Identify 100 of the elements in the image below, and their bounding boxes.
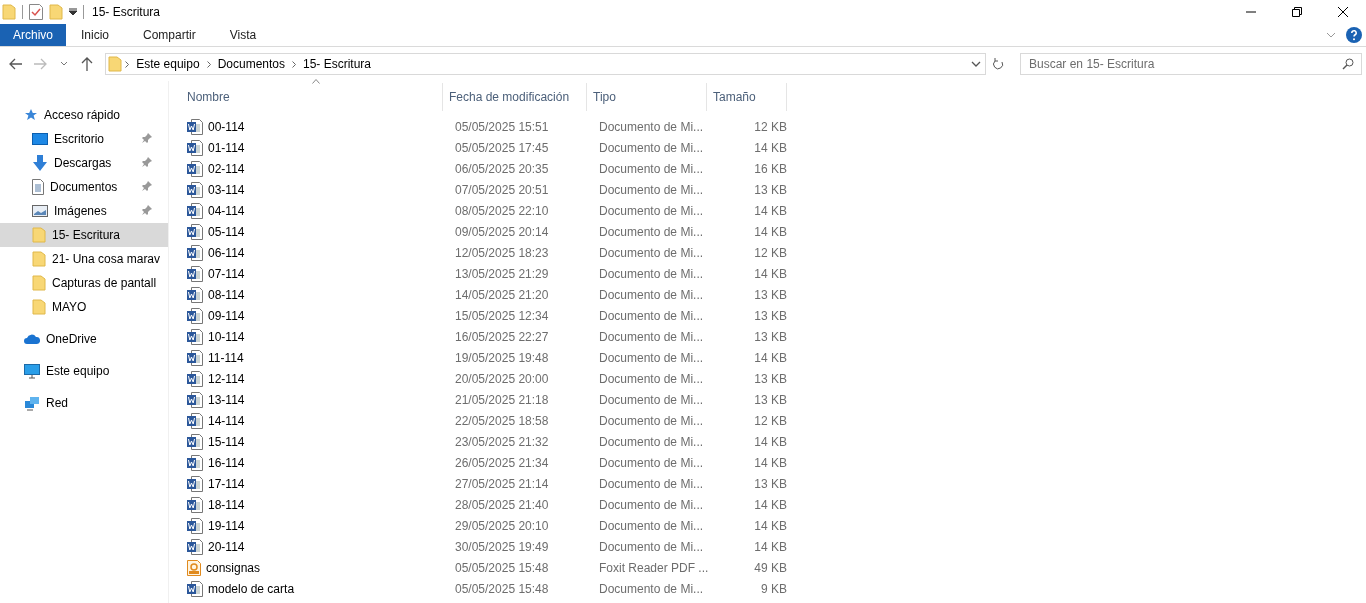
file-name[interactable]: 10-114 (181, 328, 449, 345)
size-cell-text: 49 KB (753, 560, 788, 575)
restore-icon[interactable] (1292, 7, 1302, 17)
word-document-icon (187, 370, 203, 387)
ribbon-tab[interactable]: Inicio (68, 24, 123, 46)
size-cell-text: 14 KB (753, 350, 788, 365)
file-name[interactable]: 07-114 (181, 265, 449, 282)
ribbon-tab[interactable]: Vista (216, 24, 270, 46)
date-cell-text: 05/05/2025 15:48 (454, 560, 550, 575)
file-name[interactable]: consignas (181, 559, 449, 576)
breadcrumb-link[interactable]: Este equipo (132, 57, 204, 71)
date-cell-text: 28/05/2025 21:40 (454, 497, 550, 512)
file-name[interactable]: 14-114 (181, 412, 449, 429)
file-name[interactable]: 18-114 (181, 496, 449, 513)
pin-icon[interactable] (142, 133, 152, 143)
file-name[interactable]: 13-114 (181, 391, 449, 408)
properties-icon[interactable] (29, 4, 43, 20)
type-cell-text: Documento de Mi... (598, 203, 705, 218)
sidebar-item[interactable]: Documentos (0, 175, 168, 199)
search-field[interactable]: Buscar en 15- Escritura (1020, 53, 1362, 75)
expand-chevron-icon[interactable] (1326, 32, 1336, 38)
sidebar-item[interactable]: Red (0, 391, 168, 415)
file-name[interactable]: 11-114 (181, 349, 449, 366)
sidebar-item[interactable]: Acceso rápido (0, 103, 168, 127)
dropdown-caret-icon[interactable] (69, 8, 77, 16)
file-name[interactable]: 12-114 (181, 370, 449, 387)
file-name[interactable]: 00-114 (181, 118, 449, 135)
breadcrumb-link[interactable]: Documentos (213, 57, 289, 71)
sidebar-item[interactable]: 21- Una cosa marav (0, 247, 168, 271)
word-document-icon (187, 286, 203, 303)
date-cell-text: 09/05/2025 20:14 (454, 224, 550, 239)
sidebar-item[interactable]: Capturas de pantall (0, 271, 168, 295)
pin-icon[interactable] (142, 181, 152, 191)
size-cell-text: 14 KB (753, 455, 788, 470)
column-header[interactable]: Fecha de modificación (443, 83, 587, 111)
file-name[interactable]: 02-114 (181, 160, 449, 177)
column-header[interactable]: Nombre (181, 83, 443, 111)
search-icon[interactable] (1342, 58, 1354, 70)
date-cell-text: 30/05/2025 19:49 (454, 539, 550, 554)
up-arrow-icon[interactable] (81, 57, 94, 71)
folder-icon (32, 227, 46, 243)
sidebar-item[interactable]: OneDrive (0, 327, 168, 351)
new-folder-icon (49, 4, 63, 20)
file-name[interactable]: modelo de carta (181, 580, 449, 597)
sidebar-item[interactable]: MAYO (0, 295, 168, 319)
sidebar-item[interactable]: 15- Escritura (0, 223, 168, 247)
file-name[interactable]: 05-114 (181, 223, 449, 240)
download-arrow-icon (32, 155, 48, 171)
type-cell-text: Documento de Mi... (598, 392, 705, 407)
close-icon[interactable] (1338, 7, 1348, 17)
type-cell-text: Documento de Mi... (598, 539, 705, 554)
column-header[interactable]: Tipo (587, 83, 707, 111)
file-name[interactable]: 08-114 (181, 286, 449, 303)
address-bar[interactable]: Este equipo Documentos 15- Escritura (105, 53, 987, 75)
type-cell-text: Documento de Mi... (598, 308, 705, 323)
type-cell-text: Documento de Mi... (598, 287, 705, 302)
file-name[interactable]: 06-114 (181, 244, 449, 261)
refresh-icon[interactable] (992, 58, 1005, 70)
file-name[interactable]: 15-114 (181, 433, 449, 450)
size-cell-text: 14 KB (753, 539, 788, 554)
word-document-icon (187, 307, 203, 324)
type-cell-text: Documento de Mi... (598, 455, 705, 470)
sidebar-item[interactable]: Escritorio (0, 127, 168, 151)
date-cell-text: 05/05/2025 17:45 (454, 140, 550, 155)
file-name[interactable]: 20-114 (181, 538, 449, 555)
word-document-icon (187, 118, 203, 135)
picture-icon (32, 205, 48, 217)
type-cell-text: Documento de Mi... (598, 581, 705, 596)
back-arrow-icon[interactable] (8, 58, 23, 70)
sidebar-item[interactable]: Este equipo (0, 359, 168, 383)
ribbon-tab[interactable]: Compartir (130, 24, 209, 46)
file-name[interactable]: 04-114 (181, 202, 449, 219)
chevron-down-icon[interactable] (59, 61, 68, 67)
date-cell-text: 12/05/2025 18:23 (454, 245, 550, 260)
file-name[interactable]: 16-114 (181, 454, 449, 471)
breadcrumb-link[interactable]: 15- Escritura (299, 57, 376, 71)
date-cell-text: 05/05/2025 15:48 (454, 581, 550, 596)
type-cell-text: Documento de Mi... (598, 413, 705, 428)
sidebar-item[interactable]: Descargas (0, 151, 168, 175)
file-name[interactable]: 01-114 (181, 139, 449, 156)
size-cell-text: 13 KB (753, 182, 788, 197)
file-name[interactable]: 09-114 (181, 307, 449, 324)
type-cell-text: Documento de Mi... (598, 266, 705, 281)
pin-icon[interactable] (142, 205, 152, 215)
column-header[interactable]: Tamaño (707, 83, 787, 111)
folder-icon (32, 251, 46, 267)
help-icon[interactable] (1346, 27, 1362, 43)
sidebar-item[interactable]: Imágenes (0, 199, 168, 223)
word-document-icon (187, 349, 203, 366)
file-name[interactable]: 19-114 (181, 517, 449, 534)
folder-icon (32, 275, 46, 291)
ribbon-tab[interactable]: Archivo (0, 24, 66, 46)
date-cell-text: 07/05/2025 20:51 (454, 182, 550, 197)
file-name[interactable]: 17-114 (181, 475, 449, 492)
file-name[interactable]: 03-114 (181, 181, 449, 198)
size-cell-text: 14 KB (753, 518, 788, 533)
dropdown-chevron-icon[interactable] (971, 61, 982, 67)
pin-icon[interactable] (142, 157, 152, 167)
date-cell-text: 16/05/2025 22:27 (454, 329, 550, 344)
size-cell-text: 16 KB (753, 161, 788, 176)
